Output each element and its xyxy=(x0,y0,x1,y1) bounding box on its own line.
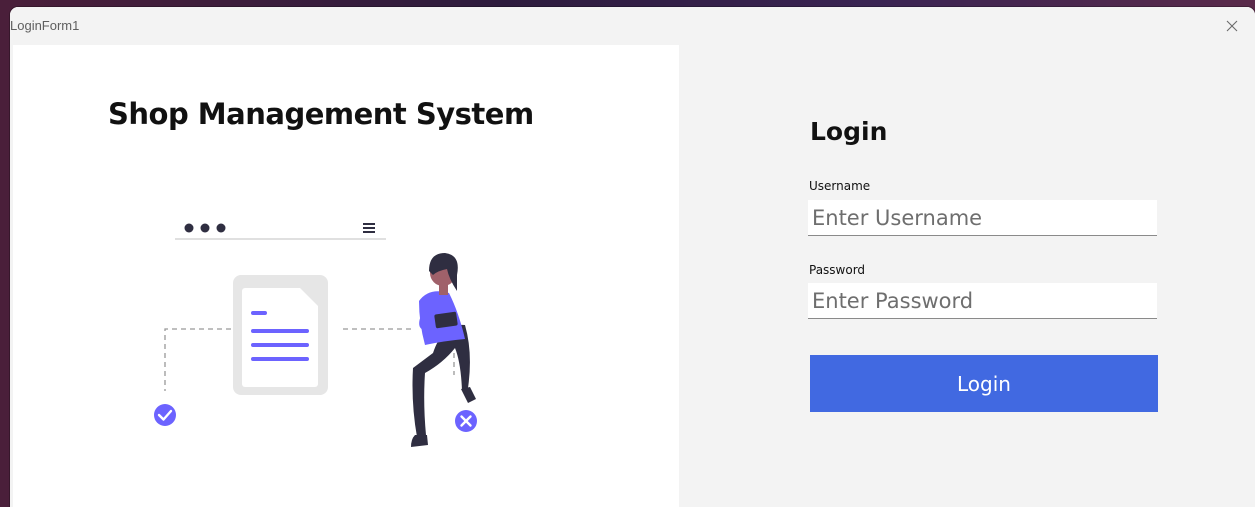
check-circle-icon xyxy=(154,404,176,426)
title-bar: LoginForm1 xyxy=(10,7,1255,45)
document-icon xyxy=(233,275,328,395)
browser-dots-icon xyxy=(184,223,226,233)
password-input[interactable] xyxy=(808,283,1157,319)
login-illustration xyxy=(154,223,477,447)
window-title: LoginForm1 xyxy=(10,18,80,33)
login-window: LoginForm1 Shop Management System Login … xyxy=(10,7,1255,507)
login-button[interactable]: Login xyxy=(810,355,1158,412)
close-icon xyxy=(1226,20,1238,32)
login-heading: Login xyxy=(810,117,888,146)
password-label: Password xyxy=(809,263,866,277)
username-input[interactable] xyxy=(808,200,1157,236)
branding-panel: Shop Management System xyxy=(13,45,679,507)
close-button[interactable] xyxy=(1219,13,1245,39)
hamburger-icon xyxy=(363,223,375,233)
error-circle-icon xyxy=(455,410,477,432)
login-panel: Login Username Password Login xyxy=(679,45,1255,507)
app-title: Shop Management System xyxy=(108,97,534,131)
username-label: Username xyxy=(809,179,871,193)
